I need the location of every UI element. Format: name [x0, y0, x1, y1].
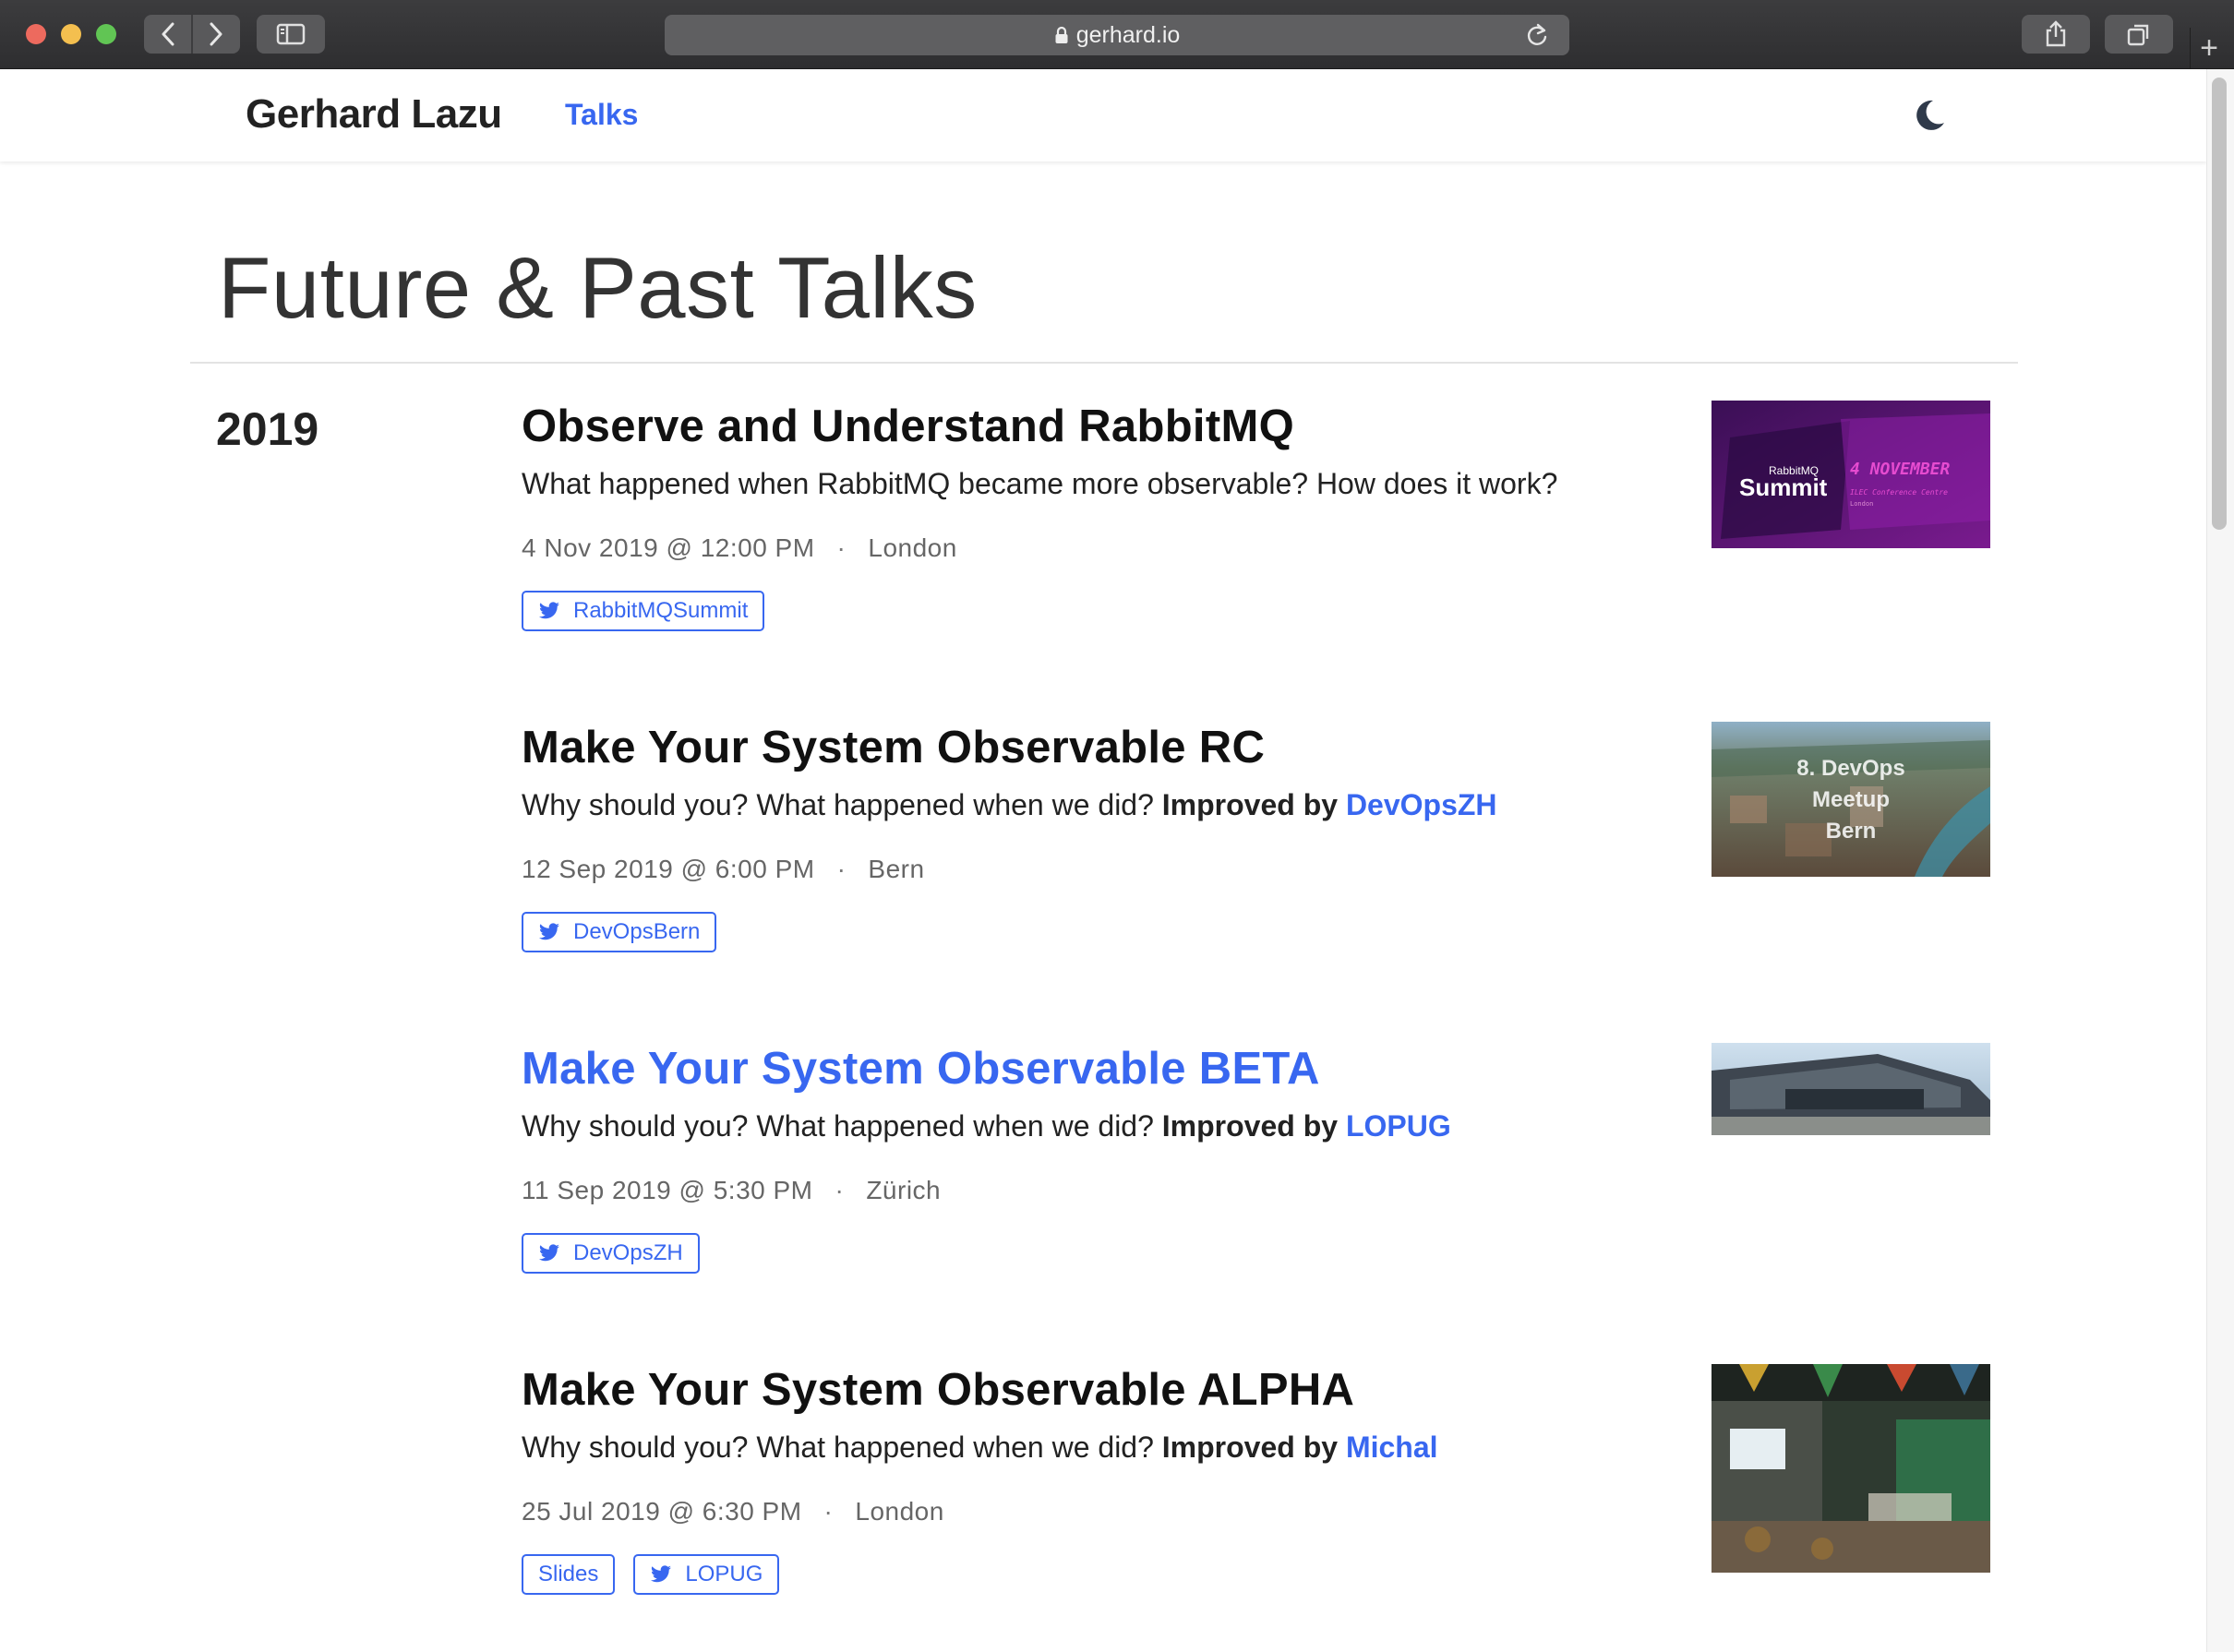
talk-item: Observe and Understand RabbitMQ What hap… [522, 399, 1722, 631]
moon-icon [1916, 100, 1944, 130]
theme-toggle-button[interactable] [1911, 97, 1948, 134]
address-text: gerhard.io [1075, 21, 1181, 48]
window-minimize-button[interactable] [61, 24, 81, 44]
talk-description: What happened when RabbitMQ became more … [522, 467, 1558, 500]
thumb-line-3: Bern [1826, 819, 1877, 844]
talk-title[interactable]: Make Your System Observable RC [522, 720, 1722, 775]
lock-icon [1054, 26, 1069, 44]
talk-title[interactable]: Observe and Understand RabbitMQ [522, 399, 1722, 454]
meta-separator: · [835, 1176, 845, 1204]
talk-title[interactable]: Make Your System Observable ALPHA [522, 1362, 1722, 1418]
talk-tags: DevOpsBern [522, 912, 1722, 952]
window-close-button[interactable] [26, 24, 46, 44]
talk-tags: DevOpsZH [522, 1233, 1722, 1274]
talk-date: 11 Sep 2019 @ 5:30 PM [522, 1176, 813, 1204]
talk-tags: Slides LOPUG [522, 1554, 1722, 1595]
site-title[interactable]: Gerhard Lazu [246, 91, 502, 138]
talk-item: Make Your System Observable ALPHA Why sh… [522, 1362, 1722, 1595]
improved-by-link[interactable]: Michal [1346, 1431, 1438, 1464]
sidebar-button[interactable] [257, 15, 325, 54]
heading-divider [190, 362, 2018, 364]
talk-location: London [868, 533, 957, 562]
nav-talks-link[interactable]: Talks [565, 98, 638, 132]
talk-date: 25 Jul 2019 @ 6:30 PM [522, 1497, 802, 1526]
talk-location: London [855, 1497, 944, 1526]
talk-meta: 11 Sep 2019 @ 5:30 PM · Zürich [522, 1176, 1722, 1205]
improved-by-link[interactable]: LOPUG [1346, 1109, 1451, 1143]
year-label: 2019 [216, 403, 319, 455]
back-button[interactable] [145, 15, 191, 54]
talk-description: Why should you? What happened when we di… [522, 1109, 1451, 1143]
share-icon [2046, 20, 2066, 47]
window-maximize-button[interactable] [96, 24, 116, 44]
tag-label: DevOpsBern [573, 919, 701, 944]
tag-label: Slides [538, 1562, 599, 1586]
tag-label: LOPUG [685, 1562, 763, 1586]
page-title: Future & Past Talks [218, 239, 978, 336]
talk-date: 12 Sep 2019 @ 6:00 PM [522, 855, 815, 883]
address-bar[interactable]: gerhard.io [665, 15, 1569, 55]
talk-description: Why should you? What happened when we di… [522, 1431, 1438, 1464]
twitter-tag-button[interactable]: LOPUG [633, 1554, 780, 1595]
slides-tag-button[interactable]: Slides [522, 1554, 616, 1595]
tabs-overview-button[interactable] [2105, 15, 2173, 54]
reload-button[interactable] [1525, 22, 1549, 54]
talk-tags: RabbitMQSummit [522, 591, 1722, 631]
meta-separator: · [823, 1497, 834, 1526]
browser-toolbar: gerhard.io + [0, 0, 2234, 69]
talk-thumbnail-devops-bern[interactable]: 8. DevOps Meetup Bern [1712, 722, 1990, 877]
twitter-icon [538, 602, 560, 620]
thumb-label-2: Summit [1739, 473, 1828, 501]
talk-location: Bern [868, 855, 925, 883]
back-icon [162, 22, 174, 46]
talk-item: Make Your System Observable RC Why shoul… [522, 720, 1722, 952]
talk-location: Zürich [866, 1176, 942, 1204]
share-button[interactable] [2022, 15, 2090, 54]
page-scrollbar-thumb[interactable] [2212, 78, 2227, 530]
talk-item: Make Your System Observable BETA Why sho… [522, 1041, 1722, 1274]
thumb-line-2: Meetup [1812, 787, 1890, 812]
forward-button[interactable] [193, 15, 239, 54]
talk-date: 4 Nov 2019 @ 12:00 PM [522, 533, 815, 562]
twitter-tag-button[interactable]: DevOpsBern [522, 912, 717, 952]
tabs-icon [2127, 24, 2149, 46]
talk-meta: 25 Jul 2019 @ 6:30 PM · London [522, 1497, 1722, 1526]
talk-thumbnail-rabbitmq-summit[interactable]: RabbitMQ Summit 4 NOVEMBER ILEC Conferen… [1712, 401, 1990, 548]
reload-icon [1527, 23, 1547, 45]
meta-separator: · [836, 533, 847, 562]
sidebar-icon [276, 23, 306, 45]
twitter-tag-button[interactable]: DevOpsZH [522, 1233, 700, 1274]
talk-thumbnail-devopsdays-zurich[interactable] [1712, 1043, 1990, 1135]
twitter-icon [538, 1244, 560, 1263]
tag-label: DevOpsZH [573, 1240, 683, 1265]
thumb-date: 4 NOVEMBER [1850, 460, 1951, 479]
talk-description: Why should you? What happened when we di… [522, 788, 1497, 821]
thumb-city: London [1850, 500, 1873, 508]
history-nav-group [144, 15, 240, 54]
meta-separator: · [836, 855, 847, 883]
talk-thumbnail-lopug-office[interactable] [1712, 1364, 1990, 1573]
talk-title-link[interactable]: Make Your System Observable BETA [522, 1041, 1722, 1096]
site-header: Gerhard Lazu Talks [0, 69, 2206, 162]
thumb-venue: ILEC Conference Centre [1850, 488, 1948, 497]
twitter-tag-button[interactable]: RabbitMQSummit [522, 591, 765, 631]
talk-meta: 12 Sep 2019 @ 6:00 PM · Bern [522, 855, 1722, 884]
new-tab-button[interactable]: + [2190, 28, 2228, 68]
plus-icon: + [2200, 30, 2218, 66]
tag-label: RabbitMQSummit [573, 598, 749, 623]
thumb-line-1: 8. DevOps [1796, 756, 1904, 781]
twitter-icon [650, 1565, 672, 1584]
twitter-icon [538, 923, 560, 941]
improved-by-link[interactable]: DevOpsZH [1346, 788, 1497, 821]
talk-meta: 4 Nov 2019 @ 12:00 PM · London [522, 533, 1722, 563]
forward-icon [210, 22, 222, 46]
